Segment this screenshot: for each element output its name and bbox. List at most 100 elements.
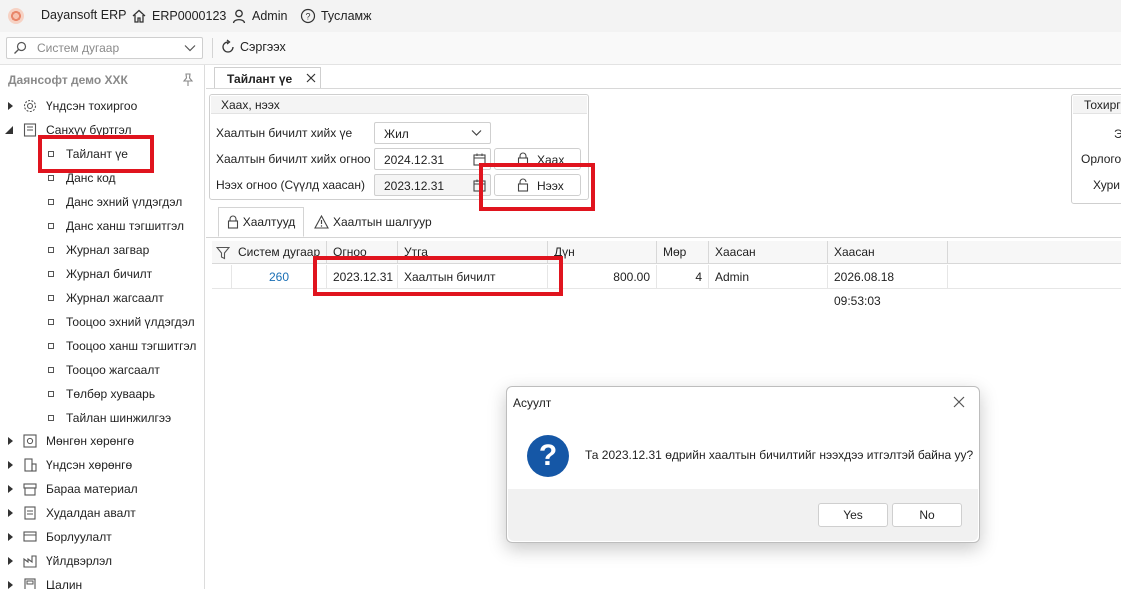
user-button[interactable]: Admin — [231, 8, 287, 24]
expand-arrow-icon[interactable] — [8, 557, 13, 565]
column-header-date[interactable]: Огноо — [327, 241, 398, 264]
sidebar-group-fixed-assets[interactable]: Үндсэн хөрөнгө — [0, 454, 204, 476]
period-select[interactable]: Жил — [374, 122, 491, 144]
bullet-icon — [48, 415, 54, 421]
sidebar-group-sales[interactable]: Борлуулалт — [0, 526, 204, 548]
expand-arrow-icon[interactable] — [8, 461, 13, 469]
bullet-icon — [48, 343, 54, 349]
sidebar-item-settlement-fx-revaluation[interactable]: Тооцоо ханш тэгшитгэл — [0, 335, 204, 357]
home-icon — [132, 9, 146, 23]
sidebar-group-label: Цалин — [46, 578, 83, 589]
tab-closing-checks[interactable]: Хаалтын шалгуур — [314, 207, 432, 237]
pin-icon[interactable] — [182, 73, 194, 87]
sidebar-group-label: Үндсэн тохиргоо — [46, 99, 138, 113]
settings-label: Э — [1114, 127, 1121, 141]
chevron-down-icon[interactable] — [184, 43, 196, 53]
filter-icon[interactable] — [216, 246, 230, 260]
open-date-field[interactable]: 2023.12.31 — [374, 174, 491, 196]
help-button[interactable]: ? Тусламж — [300, 8, 372, 24]
sidebar-group-finance[interactable]: Санхүү бүртгэл — [0, 119, 204, 141]
sale-icon — [23, 531, 37, 542]
warning-icon — [314, 215, 329, 229]
close-icon[interactable] — [953, 396, 965, 408]
bullet-icon — [48, 391, 54, 397]
sidebar-company-header: Даянсофт демо ХХК — [8, 73, 128, 87]
column-header-description[interactable]: Утга — [398, 241, 548, 264]
refresh-label: Сэргээх — [240, 40, 286, 54]
sidebar-group-inventory[interactable]: Бараа материал — [0, 478, 204, 500]
salary-icon — [24, 578, 36, 589]
sidebar-group-payroll[interactable]: Цалин — [0, 574, 204, 589]
dialog-title: Асуулт — [513, 396, 552, 410]
expand-arrow-icon[interactable] — [8, 102, 13, 110]
bullet-icon — [48, 271, 54, 277]
sidebar-item-journal-template[interactable]: Журнал загвар — [0, 239, 204, 261]
close-period-button[interactable]: Хаах — [494, 148, 581, 170]
search-input[interactable] — [37, 40, 177, 56]
sidebar-item-label: Данс эхний үлдэгдэл — [66, 195, 183, 209]
sidebar-group-label: Үндсэн хөрөнгө — [46, 458, 133, 472]
sidebar-item-label: Данс код — [66, 171, 116, 185]
close-date-field[interactable]: 2024.12.31 — [374, 148, 491, 170]
cell-description: Хаалтын бичилт — [398, 265, 548, 289]
sidebar-item-label: Тооцоо жагсаалт — [66, 363, 160, 377]
bullet-icon — [48, 295, 54, 301]
sidebar-item-journal-list[interactable]: Журнал жагсаалт — [0, 287, 204, 309]
sidebar-group-purchasing[interactable]: Худалдан авалт — [0, 502, 204, 524]
system-number-search[interactable] — [6, 37, 203, 59]
collapse-arrow-icon[interactable] — [5, 126, 13, 134]
sidebar-item-report-analysis[interactable]: Тайлан шинжилгээ — [0, 407, 204, 429]
sidebar-item-account-opening-balance[interactable]: Данс эхний үлдэгдэл — [0, 191, 204, 213]
company-button[interactable]: ERP0000123 — [131, 8, 226, 24]
refresh-button[interactable]: Сэргээх — [220, 39, 286, 55]
sidebar-group-production[interactable]: Үйлдвэрлэл — [0, 550, 204, 572]
no-button[interactable]: No — [892, 503, 962, 527]
sidebar-group-cash[interactable]: Мөнгөн хөрөнгө — [0, 430, 204, 452]
open-date-label: Нээх огноо (Сүүлд хаасан) — [216, 178, 365, 192]
sidebar-group-basic-settings[interactable]: Үндсэн тохиргоо — [0, 95, 204, 117]
tab-reporting-period[interactable]: Тайлант үе — [214, 67, 321, 89]
expand-arrow-icon[interactable] — [8, 437, 13, 445]
calendar-icon[interactable] — [473, 153, 486, 166]
sidebar-item-settlement-opening-balance[interactable]: Тооцоо эхний үлдэгдэл — [0, 311, 204, 333]
close-icon[interactable] — [306, 73, 316, 83]
cell-closed-by: Admin — [709, 265, 828, 289]
sidebar-item-reporting-period[interactable]: Тайлант үе — [0, 143, 204, 165]
safe-icon — [23, 434, 37, 448]
column-header-amount[interactable]: Дүн — [548, 241, 657, 264]
expand-arrow-icon[interactable] — [8, 485, 13, 493]
sidebar-item-account-code[interactable]: Данс код — [0, 167, 204, 189]
calendar-icon[interactable] — [473, 179, 486, 192]
sidebar-item-payment-schedule[interactable]: Төлбөр хуваарь — [0, 383, 204, 405]
panel-title: Хаах, нээх — [211, 96, 587, 114]
expand-arrow-icon[interactable] — [8, 509, 13, 517]
book-icon — [23, 123, 37, 137]
gear-icon — [23, 99, 37, 113]
inner-tab-divider — [206, 237, 1121, 238]
column-header-closed-at[interactable]: Хаасан — [828, 241, 948, 264]
tab-closings[interactable]: Хаалтууд — [218, 207, 304, 237]
bullet-icon — [48, 247, 54, 253]
company-code: ERP0000123 — [152, 9, 227, 23]
column-header-lines[interactable]: Мөр — [657, 241, 709, 264]
refresh-icon — [222, 39, 234, 53]
expand-arrow-icon[interactable] — [8, 581, 13, 589]
sidebar: Даянсофт демо ХХК Үндсэн тохиргоо Санхүү… — [0, 65, 205, 589]
cell-closed-at: 2026.08.18 09:53:03 — [828, 265, 948, 308]
sidebar-item-account-fx-revaluation[interactable]: Данс ханш тэгшитгэл — [0, 215, 204, 237]
column-header-system-number[interactable]: Систем дугаар — [232, 241, 327, 264]
help-label: Тусламж — [321, 9, 372, 23]
user-name: Admin — [252, 9, 288, 23]
yes-button[interactable]: Yes — [818, 503, 888, 527]
open-period-button[interactable]: Нээх — [494, 174, 581, 196]
sidebar-item-settlement-list[interactable]: Тооцоо жагсаалт — [0, 359, 204, 381]
table-row[interactable]: 260 2023.12.31 Хаалтын бичилт 800.00 4 A… — [212, 265, 1121, 308]
expand-arrow-icon[interactable] — [8, 533, 13, 541]
column-header-closed-by[interactable]: Хаасан — [709, 241, 828, 264]
sidebar-item-journal-entry[interactable]: Журнал бичилт — [0, 263, 204, 285]
cell-system-number[interactable]: 260 — [232, 265, 327, 289]
sidebar-group-label: Үйлдвэрлэл — [46, 554, 113, 568]
title-bar: Dayansoft ERP ERP0000123 Admin ? Тусламж — [0, 0, 1121, 32]
sidebar-item-label: Тайлан шинжилгээ — [66, 411, 172, 425]
sidebar-item-label: Журнал загвар — [66, 243, 150, 257]
